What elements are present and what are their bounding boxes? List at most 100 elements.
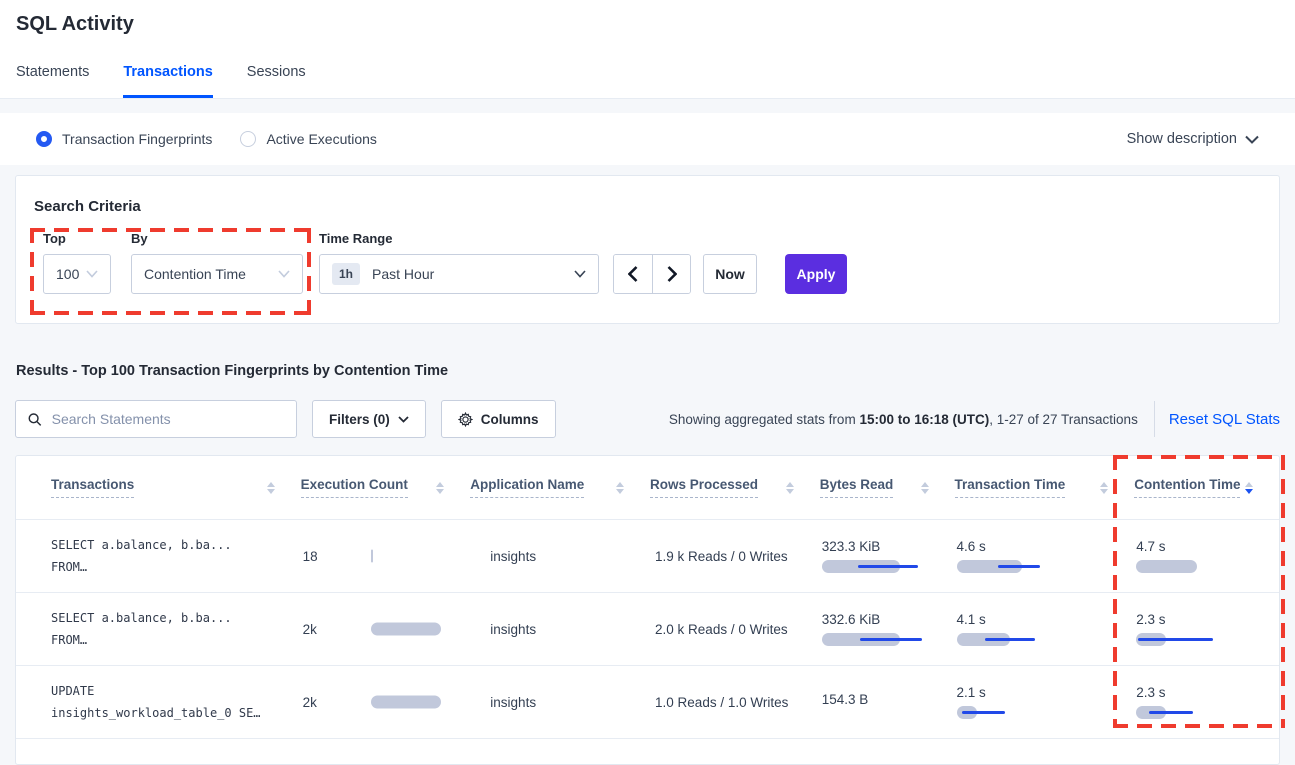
sort-icon[interactable] [1100, 482, 1108, 494]
top-label: Top [43, 231, 111, 246]
chevron-down-icon [574, 270, 586, 278]
radio-label: Transaction Fingerprints [62, 131, 212, 147]
sort-desc-arrow [436, 489, 444, 494]
column-header-application-name[interactable]: Application Name [470, 477, 650, 498]
transaction-time-cell: 2.1 s [955, 685, 1135, 719]
time-range-select[interactable]: 1h Past Hour [319, 254, 599, 294]
sort-asc-arrow [436, 482, 444, 487]
radio-active-executions[interactable]: Active Executions [240, 131, 377, 147]
rows-processed-cell: 1.9 k Reads / 0 Writes [650, 549, 820, 564]
prev-time-button[interactable] [614, 255, 652, 293]
contention-time-cell: 2.3 s [1134, 612, 1279, 646]
filters-label: Filters (0) [329, 412, 390, 427]
time-range-field-group: Time Range 1h Past Hour [319, 231, 599, 294]
application-name-cell: insights [470, 695, 650, 710]
chevron-down-icon [86, 270, 98, 278]
query-line-2: insights_workload_table_0 SE… [51, 702, 301, 724]
column-header-contention-time[interactable]: Contention Time [1134, 477, 1279, 498]
transaction-query-link[interactable]: SELECT a.balance, b.ba...FROM… [16, 607, 301, 651]
sort-desc-arrow [786, 489, 794, 494]
page-title: SQL Activity [16, 13, 134, 36]
search-input[interactable] [52, 411, 284, 427]
tab-statements[interactable]: Statements [16, 64, 89, 98]
radio-unselected-icon [240, 131, 256, 147]
top-select-value: 100 [56, 266, 79, 282]
chevron-down-icon [398, 416, 409, 423]
execution-count-value: 2k [303, 695, 317, 710]
apply-button[interactable]: Apply [785, 254, 847, 294]
bytes-read-bar [822, 633, 955, 646]
time-nav-group [613, 254, 691, 294]
radio-transaction-fingerprints[interactable]: Transaction Fingerprints [36, 131, 212, 147]
time-range-value: Past Hour [372, 266, 434, 282]
column-header-bytes-read[interactable]: Bytes Read [820, 477, 955, 498]
by-label: By [131, 231, 303, 246]
now-button[interactable]: Now [703, 254, 757, 294]
transaction-query-link[interactable]: UPDATEinsights_workload_table_0 SE… [16, 680, 301, 724]
table-row[interactable]: UPDATEinsights_workload_table_0 SE…2kins… [16, 666, 1279, 739]
sort-asc-arrow [1245, 482, 1253, 487]
sort-icon[interactable] [267, 482, 275, 494]
transaction-time-bar [957, 560, 1135, 573]
search-icon [28, 412, 42, 427]
show-description-toggle[interactable]: Show description [1127, 131, 1259, 147]
tab-bar: Statements Transactions Sessions [16, 64, 306, 98]
sort-icon[interactable] [921, 482, 929, 494]
transaction-query-link[interactable]: SELECT a.balance, b.ba...FROM… [16, 534, 301, 578]
query-line-1: UPDATE [51, 680, 301, 702]
transaction-time-cell: 4.1 s [955, 612, 1135, 646]
reset-sql-stats-link[interactable]: Reset SQL Stats [1169, 411, 1280, 428]
sort-desc-arrow [1245, 489, 1253, 494]
rows-processed-cell: 2.0 k Reads / 0 Writes [650, 622, 820, 637]
sort-asc-arrow [616, 482, 624, 487]
sort-icon[interactable] [1245, 482, 1253, 494]
view-toggle-band: Transaction Fingerprints Active Executio… [0, 113, 1295, 165]
transactions-table: Transactions Execution Count Application N… [15, 455, 1280, 765]
bytes-read-cell: 323.3 KiB [820, 539, 955, 573]
sort-icon[interactable] [786, 482, 794, 494]
column-header-execution-count[interactable]: Execution Count [301, 477, 471, 498]
chevron-left-icon [628, 266, 638, 282]
column-label: Execution Count [301, 477, 408, 498]
execution-count-cell: 18 [301, 549, 471, 564]
sort-icon[interactable] [436, 482, 444, 494]
radio-label: Active Executions [266, 131, 377, 147]
sort-asc-arrow [786, 482, 794, 487]
column-label: Transactions [51, 477, 134, 498]
sort-desc-arrow [921, 489, 929, 494]
search-criteria-heading: Search Criteria [34, 198, 141, 215]
rows-processed-cell: 1.0 Reads / 1.0 Writes [650, 695, 820, 710]
filters-button[interactable]: Filters (0) [312, 400, 426, 438]
column-header-transactions[interactable]: Transactions [16, 477, 301, 498]
radio-selected-icon [36, 131, 52, 147]
top-select[interactable]: 100 [43, 254, 111, 294]
sort-icon[interactable] [616, 482, 624, 494]
tab-sessions[interactable]: Sessions [247, 64, 306, 98]
column-header-rows-processed[interactable]: Rows Processed [650, 477, 820, 498]
contention-time-bar [1136, 633, 1279, 646]
transaction-time-bar [957, 706, 1135, 719]
tab-transactions[interactable]: Transactions [123, 64, 212, 98]
by-field-group: By Contention Time [131, 231, 303, 294]
by-select[interactable]: Contention Time [131, 254, 303, 294]
sort-desc-arrow [616, 489, 624, 494]
next-time-button[interactable] [652, 255, 690, 293]
time-range-badge: 1h [332, 263, 360, 285]
table-row[interactable]: SELECT a.balance, b.ba...FROM…18insights… [16, 520, 1279, 593]
execution-count-bar [371, 550, 373, 563]
sort-asc-arrow [921, 482, 929, 487]
transaction-time-cell: 4.6 s [955, 539, 1135, 573]
execution-count-cell: 2k [301, 622, 471, 637]
table-row[interactable]: SELECT a.balance, b.ba...FROM…2kinsights… [16, 593, 1279, 666]
query-line-2: FROM… [51, 629, 301, 651]
show-description-label: Show description [1127, 131, 1237, 147]
search-statements-field[interactable] [15, 400, 297, 438]
column-label: Contention Time [1134, 477, 1240, 498]
contention-time-cell: 2.3 s [1134, 685, 1279, 719]
chevron-down-icon [1245, 135, 1259, 144]
bytes-read-value: 154.3 B [822, 692, 955, 707]
bytes-read-cell: 332.6 KiB [820, 612, 955, 646]
columns-button[interactable]: Columns [441, 400, 556, 438]
column-header-transaction-time[interactable]: Transaction Time [955, 477, 1135, 498]
stats-time-range: 15:00 to 16:18 (UTC) [859, 412, 989, 427]
